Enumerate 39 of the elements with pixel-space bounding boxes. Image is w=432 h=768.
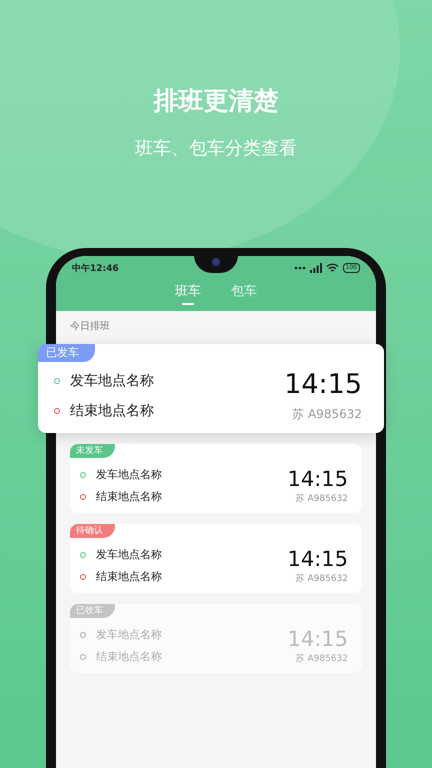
plate-number: 苏 A985632 [296,492,348,505]
status-tag: 未发车 [70,444,115,458]
more-icon [294,266,306,270]
start-dot-icon [54,378,60,384]
end-location: 结束地点名称 [70,402,154,420]
trip-card[interactable]: 已发车 发车地点名称 结束地点名称 14:15 苏 A985632 [38,344,384,433]
end-dot-icon [80,654,86,660]
section-title: 今日排班 [70,320,111,333]
end-dot-icon [54,408,60,414]
start-dot-icon [80,632,86,638]
status-time: 中午12:46 [72,262,119,274]
start-dot-icon [80,472,86,478]
end-dot-icon [80,494,86,500]
start-location: 发车地点名称 [96,627,162,642]
end-location: 结束地点名称 [96,489,162,504]
end-dot-icon [80,574,86,580]
trip-card[interactable]: 未发车 发车地点名称 结束地点名称 14:15 苏 A985632 [70,444,362,513]
end-location: 结束地点名称 [96,649,162,664]
start-location: 发车地点名称 [70,372,154,390]
status-tag: 待确认 [70,524,115,538]
start-dot-icon [80,552,86,558]
camera-notch-icon [194,255,238,273]
headline: 排班更清楚 [154,85,278,117]
plate-number: 苏 A985632 [292,406,362,423]
start-location: 发车地点名称 [96,467,162,482]
plate-number: 苏 A985632 [296,572,348,585]
departure-time: 14:15 [287,626,348,652]
plate-number: 苏 A985632 [296,652,348,665]
signal-icon [310,263,322,273]
subtitle: 班车、包车分类查看 [135,137,297,161]
status-tag: 已收车 [70,604,115,618]
end-location: 结束地点名称 [96,569,162,584]
departure-time: 14:15 [287,546,348,572]
departure-time: 14:15 [287,466,348,492]
trip-card[interactable]: 待确认 发车地点名称 结束地点名称 14:15 苏 A985632 [70,524,362,593]
wifi-icon [326,263,339,273]
status-tag: 已发车 [38,344,95,362]
start-location: 发车地点名称 [96,547,162,562]
departure-time: 14:15 [284,368,362,402]
